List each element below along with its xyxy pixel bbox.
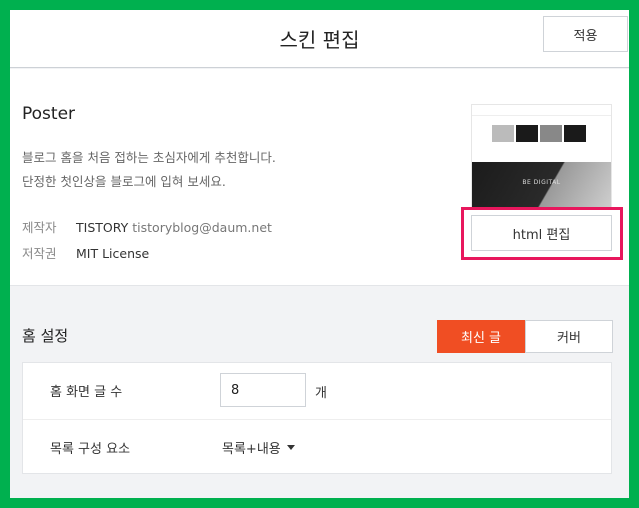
home-settings-panel: 홈 화면 글 수 개 목록 구성 요소 목록+내용 — [22, 362, 612, 474]
thumbnail-tile — [540, 125, 562, 142]
post-count-row: 홈 화면 글 수 개 — [23, 363, 611, 418]
license-label: 저작권 — [22, 246, 57, 261]
home-settings-title: 홈 설정 — [22, 327, 69, 345]
thumbnail-tiles — [492, 125, 586, 142]
home-tabs: 최신 글 커버 — [437, 320, 613, 353]
maker-name: TISTORY — [76, 220, 129, 235]
header-bar: 스킨 편집 적용 — [10, 10, 629, 68]
tab-latest-posts[interactable]: 최신 글 — [437, 320, 525, 353]
list-composition-row: 목록 구성 요소 목록+내용 — [23, 419, 611, 474]
page-title: 스킨 편집 — [279, 28, 360, 52]
html-edit-button[interactable]: html 편집 — [471, 215, 612, 251]
description-line: 블로그 홈을 처음 접하는 초심자에게 추천합니다. — [22, 150, 276, 165]
license-value: MIT License — [76, 246, 150, 261]
maker-email: tistoryblog@daum.net — [132, 220, 272, 235]
apply-button[interactable]: 적용 — [543, 16, 628, 52]
app-frame: 스킨 편집 적용 Poster 블로그 홈을 처음 접하는 초심자에게 추천합니… — [0, 0, 639, 508]
maker-row: 제작자 TISTORY tistoryblog@daum.net — [22, 217, 272, 236]
thumbnail-tile — [516, 125, 538, 142]
list-composition-label: 목록 구성 요소 — [50, 442, 131, 457]
post-count-unit: 개 — [315, 386, 327, 401]
thumbnail-caption: BE DIGITAL — [522, 179, 561, 186]
thumbnail-tile — [564, 125, 586, 142]
post-count-label: 홈 화면 글 수 — [50, 385, 123, 400]
skin-description: 블로그 홈을 처음 접하는 초심자에게 추천합니다. 단정한 첫인상을 블로그에… — [22, 146, 276, 194]
maker-label: 제작자 — [22, 220, 57, 235]
skin-name: Poster — [22, 104, 76, 124]
skin-info-section: Poster 블로그 홈을 처음 접하는 초심자에게 추천합니다. 단정한 첫인… — [10, 69, 629, 286]
thumbnail-top-strip — [472, 105, 611, 116]
post-count-input[interactable] — [220, 373, 306, 407]
caret-down-icon — [286, 445, 295, 450]
list-composition-select[interactable]: 목록+내용 — [222, 438, 295, 457]
tab-cover[interactable]: 커버 — [525, 320, 613, 353]
license-row: 저작권 MIT License — [22, 243, 149, 262]
list-composition-value: 목록+내용 — [222, 442, 281, 457]
description-line: 단정한 첫인상을 블로그에 입혀 보세요. — [22, 174, 226, 189]
skin-thumbnail: BE DIGITAL — [471, 104, 612, 209]
thumbnail-tile — [492, 125, 514, 142]
